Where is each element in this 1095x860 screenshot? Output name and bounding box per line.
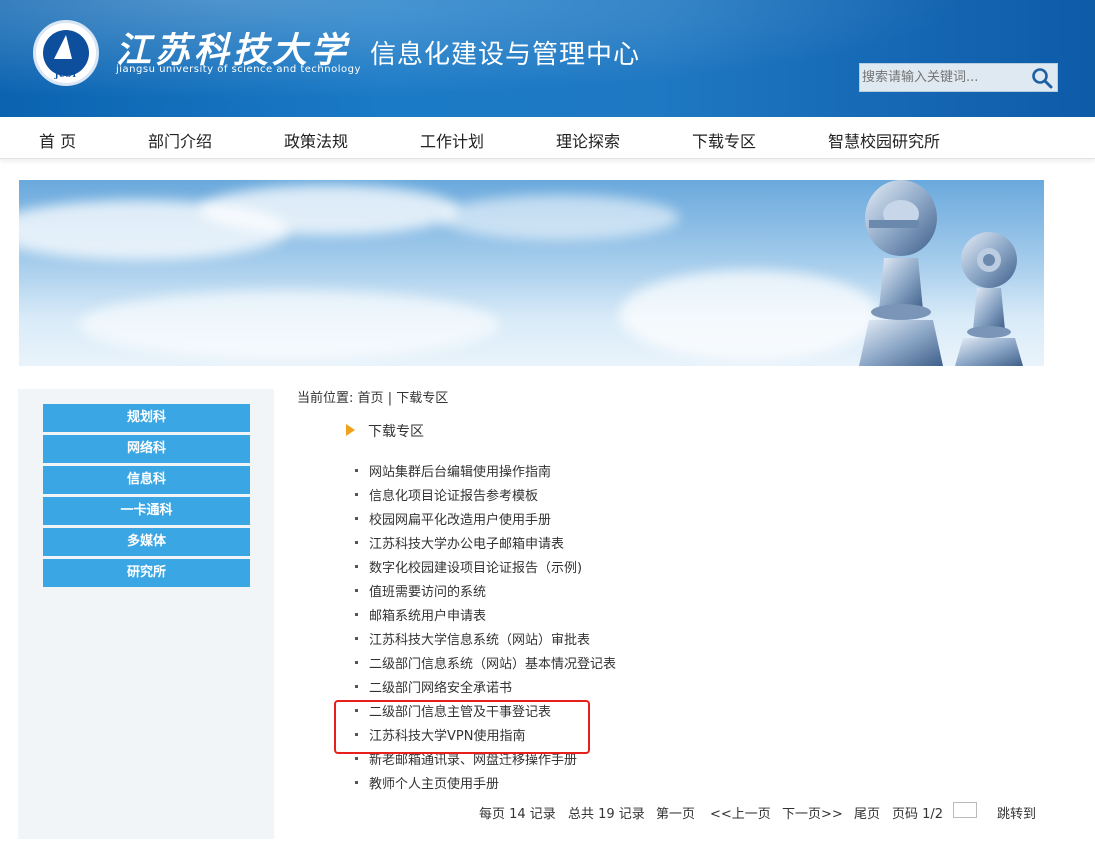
sidebar: 规划科 网络科 信息科 一卡通科 多媒体 研究所 [18,389,274,839]
university-seal-logo[interactable]: JUST [33,20,99,86]
pager-last-button[interactable]: 尾页 [854,803,880,822]
bullet-icon [355,493,358,496]
sidebar-item-information[interactable]: 信息科 [43,466,250,494]
banner-cloud [79,290,499,360]
download-item[interactable]: 网站集群后台编辑使用操作指南 [355,461,551,480]
breadcrumb-home[interactable]: 首页 [358,391,384,406]
pager-total: 总共 19 记录 [568,807,645,822]
banner-cloud [199,185,459,235]
sidebar-item-card[interactable]: 一卡通科 [43,497,250,525]
sidebar-item-research[interactable]: 研究所 [43,559,250,587]
banner-image [19,180,1044,366]
download-item[interactable]: 二级部门网络安全承诺书 [355,677,512,696]
section-title: 下载专区 [368,424,424,440]
download-item-vpn-guide[interactable]: 江苏科技大学VPN使用指南 [355,725,525,744]
search-icon[interactable] [1031,67,1053,89]
nav-work-plan[interactable]: 工作计划 [420,128,484,152]
download-item[interactable]: 值班需要访问的系统 [355,581,486,600]
download-item[interactable]: 二级部门信息主管及干事登记表 [355,701,551,720]
seal-text: JUST [54,69,78,79]
download-item[interactable]: 江苏科技大学办公电子邮箱申请表 [355,533,564,552]
university-name-english: jiangsu university of science and techno… [116,64,361,75]
bullet-icon [355,685,358,688]
pager-next-button[interactable]: 下一页>> [782,803,843,822]
bullet-icon [355,661,358,664]
sailboat-icon [54,35,72,59]
search-box [859,63,1058,92]
site-title: 信息化建设与管理中心 [370,40,641,70]
nav-downloads[interactable]: 下载专区 [692,128,756,152]
pager-page-info: 页码 1/2 [892,807,944,822]
site-header: JUST 江苏科技大学 jiangsu university of scienc… [0,0,1095,117]
download-item[interactable]: 新老邮箱通讯录、网盘迁移操作手册 [355,749,577,768]
download-item[interactable]: 信息化项目论证报告参考模板 [355,485,538,504]
nav-smart-campus[interactable]: 智慧校园研究所 [828,128,940,152]
bullet-icon [355,709,358,712]
e-at-chess-pieces-graphic [859,180,1023,366]
pager-jump-input[interactable] [953,802,977,818]
breadcrumb-separator: | [387,391,393,406]
bullet-icon [355,637,358,640]
pager-jump-button[interactable]: 跳转到 [997,803,1036,822]
bullet-icon [355,541,358,544]
nav-theory[interactable]: 理论探索 [556,128,620,152]
download-item[interactable]: 邮箱系统用户申请表 [355,605,486,624]
banner-cloud [439,195,679,240]
pager-prev-button[interactable]: <<上一页 [710,803,771,822]
pager-per-page: 每页 14 记录 [479,807,556,822]
search-input[interactable] [862,67,1022,87]
bullet-icon [355,565,358,568]
breadcrumb: 当前位置: 首页 | 下载专区 [297,387,448,406]
bullet-icon [355,733,358,736]
bullet-icon [355,469,358,472]
download-item[interactable]: 校园网扁平化改造用户使用手册 [355,509,551,528]
sidebar-item-planning[interactable]: 规划科 [43,404,250,432]
main-nav: 首 页 部门介绍 政策法规 工作计划 理论探索 下载专区 智慧校园研究所 [0,117,1095,159]
pager-first-button[interactable]: 第一页 [656,803,695,822]
bullet-icon [355,589,358,592]
section-arrow-icon [346,424,355,436]
breadcrumb-current[interactable]: 下载专区 [396,391,448,406]
sidebar-item-network[interactable]: 网络科 [43,435,250,463]
download-item[interactable]: 数字化校园建设项目论证报告（示例) [355,557,582,576]
nav-department-intro[interactable]: 部门介绍 [148,128,212,152]
bullet-icon [355,757,358,760]
download-item[interactable]: 二级部门信息系统（网站）基本情况登记表 [355,653,616,672]
breadcrumb-prefix: 当前位置: [297,391,354,406]
nav-policy[interactable]: 政策法规 [284,128,348,152]
download-item[interactable]: 教师个人主页使用手册 [355,773,499,792]
nav-home[interactable]: 首 页 [39,128,76,152]
bullet-icon [355,613,358,616]
bullet-icon [355,517,358,520]
download-item[interactable]: 江苏科技大学信息系统（网站）审批表 [355,629,590,648]
bullet-icon [355,781,358,784]
sidebar-item-multimedia[interactable]: 多媒体 [43,528,250,556]
